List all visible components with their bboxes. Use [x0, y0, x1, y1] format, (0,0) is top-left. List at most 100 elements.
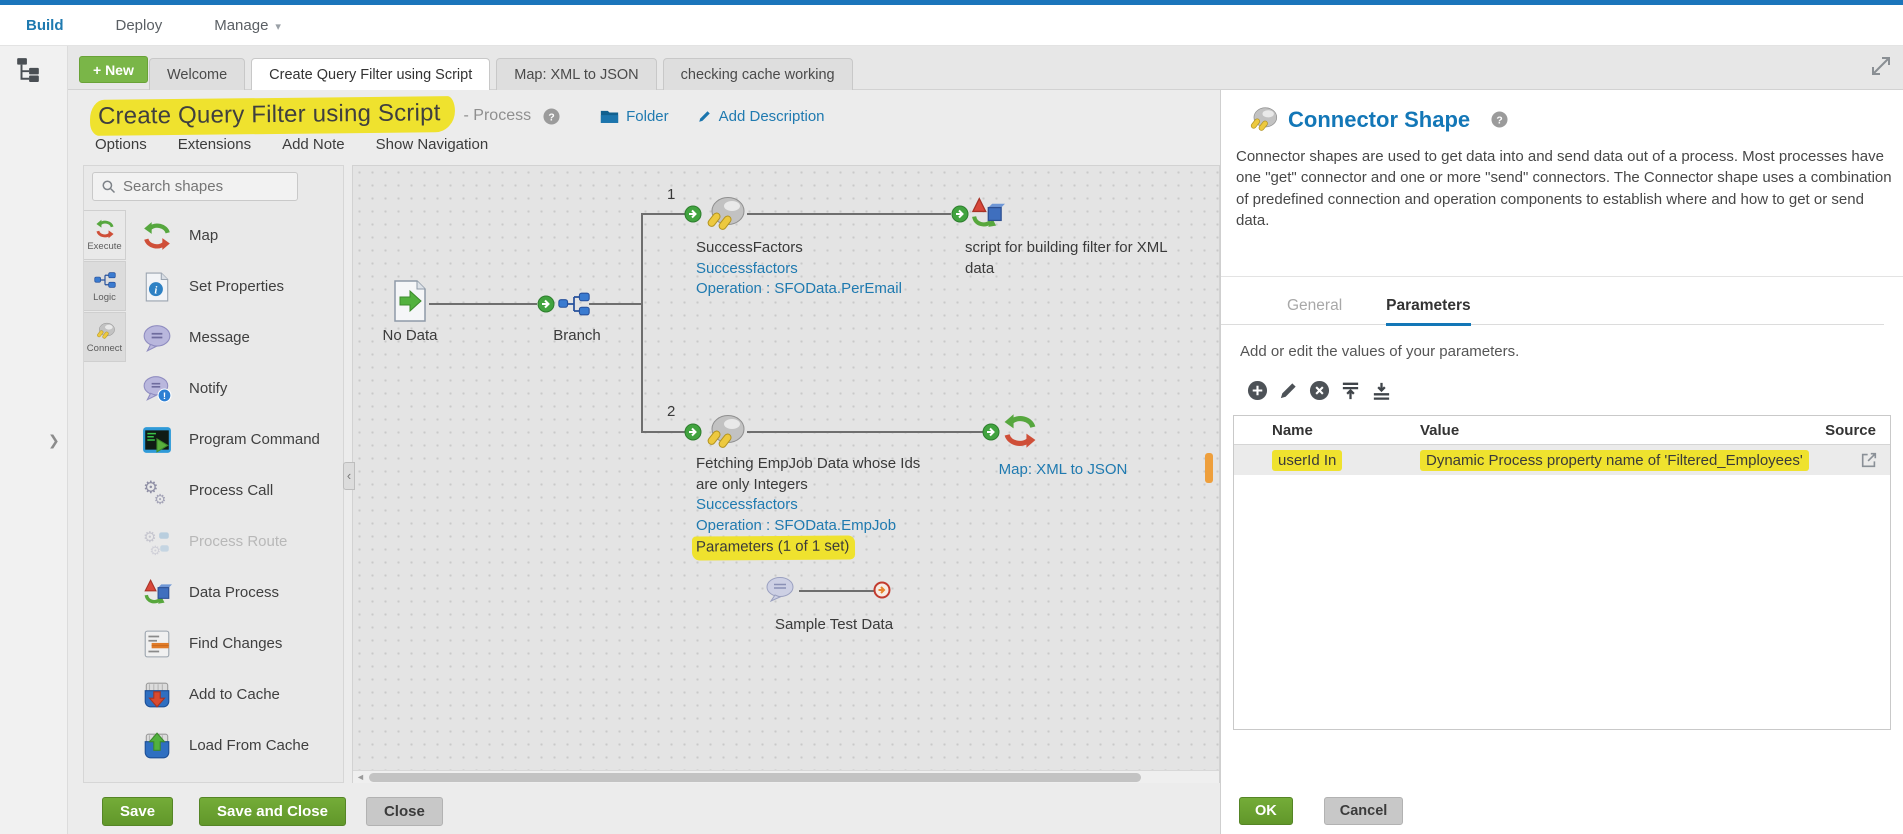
shape-item[interactable]: ⚙ ⚙ Process Route: [126, 516, 344, 567]
connection-arrow-icon: [951, 205, 969, 223]
shape-item[interactable]: Map: [126, 210, 344, 261]
shape-item[interactable]: ⚙ ⚙ Process Call: [126, 465, 344, 516]
new-tab-button[interactable]: + New: [79, 56, 148, 83]
edit-parameter-icon[interactable]: [1278, 380, 1299, 401]
shape-item-label: Data Process: [189, 584, 280, 601]
shape-item[interactable]: Find Changes: [126, 618, 344, 669]
process-canvas[interactable]: No Data Branch 1 SuccessFactors Successf…: [343, 165, 1220, 783]
workspace-tab[interactable]: Create Query Filter using Script: [251, 58, 491, 90]
stop-shape[interactable]: [873, 581, 891, 599]
connector-shape-empjob[interactable]: [701, 413, 747, 451]
add-description-link[interactable]: Add Description: [697, 108, 825, 125]
shape-search-box[interactable]: [92, 172, 298, 201]
import-parameters-icon[interactable]: [1371, 380, 1392, 401]
folder-link[interactable]: Folder: [600, 108, 669, 125]
map-shape-xml-to-json[interactable]: [1002, 413, 1038, 449]
menu-item[interactable]: Options: [95, 136, 147, 153]
cancel-button[interactable]: Cancel: [1323, 797, 1404, 825]
operation-component-link[interactable]: Operation : SFOData.EmpJob: [696, 516, 932, 537]
scroll-left-arrow[interactable]: ◄: [356, 772, 365, 782]
shape-category-tab[interactable]: Execute: [84, 210, 126, 260]
find-changes-icon: [142, 629, 172, 659]
shape-category-tab[interactable]: Connect: [84, 312, 126, 362]
scrollbar-thumb[interactable]: [369, 773, 1141, 782]
help-icon[interactable]: ?: [1491, 111, 1508, 128]
map-shape-label[interactable]: Map: XML to JSON: [963, 461, 1163, 478]
save-and-close-button[interactable]: Save and Close: [199, 797, 346, 826]
shape-item-label: Map: [189, 227, 219, 244]
ok-button[interactable]: OK: [1239, 797, 1293, 825]
shape-item[interactable]: Load From Cache: [126, 720, 344, 771]
parameters-link-highlighted[interactable]: Parameters (1 of 1 set): [691, 535, 856, 561]
export-parameters-icon[interactable]: [1340, 380, 1361, 401]
note-shape[interactable]: [765, 576, 795, 603]
connection-component-link[interactable]: Successfactors: [696, 259, 936, 280]
start-shape-label: No Data: [382, 327, 438, 344]
workspace-tabs: Welcome Create Query Filter using Script M…: [149, 58, 853, 90]
menu-item[interactable]: Show Navigation: [376, 136, 489, 153]
left-rail: ❯: [0, 46, 68, 834]
notify-icon: !: [142, 374, 172, 404]
folder-link-label: Folder: [626, 107, 669, 125]
shape-item[interactable]: ! Notify: [126, 363, 344, 414]
svg-text:?: ?: [548, 112, 554, 123]
top-nav-item[interactable]: Deploy: [116, 17, 163, 34]
workspace-tab[interactable]: checking cache working: [662, 58, 853, 90]
menu-item[interactable]: Add Note: [282, 136, 345, 153]
set-properties-icon: i: [142, 272, 172, 302]
shape-item[interactable]: i Set Properties: [126, 261, 344, 312]
shape-category-tab[interactable]: Logic: [84, 261, 126, 311]
collapse-sidebar-handle[interactable]: ‹: [343, 462, 355, 490]
data-process-shape-script[interactable]: [969, 196, 1005, 232]
shape-category-label: Execute: [87, 240, 122, 252]
shape-item[interactable]: Program Command: [126, 414, 344, 465]
shape-item[interactable]: Add to Cache: [126, 669, 344, 720]
operation-component-link[interactable]: Operation : SFOData.PerEmail: [696, 279, 936, 300]
add-parameter-icon[interactable]: [1247, 380, 1268, 401]
shape-category-label: Connect: [86, 342, 123, 354]
column-header-name: Name: [1272, 421, 1313, 439]
shape-item[interactable]: Data Process: [126, 567, 344, 618]
open-source-icon[interactable]: [1860, 451, 1878, 469]
shape-item-label: Notify: [189, 380, 228, 397]
branch-shape[interactable]: [557, 291, 591, 317]
connection-line: [747, 431, 984, 433]
parameter-name: userId In: [1272, 449, 1343, 471]
data-process-label: script for building filter for XML data: [965, 239, 1168, 277]
expand-rail-chevron[interactable]: ❯: [48, 432, 60, 449]
close-button[interactable]: Close: [365, 797, 443, 826]
process-menubar: Options Extensions Add Note Show Navigation: [95, 136, 488, 153]
parameter-row[interactable]: userId In Dynamic Process property name …: [1234, 445, 1890, 475]
top-nav-item[interactable]: Build: [26, 17, 64, 34]
shape-search-input[interactable]: [123, 178, 283, 195]
search-icon: [101, 179, 116, 194]
connection-arrow-icon: [537, 295, 555, 313]
workspace-tab[interactable]: Map: XML to JSON: [496, 58, 657, 90]
remove-parameter-icon[interactable]: [1309, 380, 1330, 401]
canvas-horizontal-scrollbar[interactable]: ◄: [353, 770, 1219, 783]
shape-category-label: Logic: [93, 291, 116, 303]
connection-line: [641, 213, 686, 215]
save-button[interactable]: Save: [102, 797, 174, 826]
panel-tab[interactable]: Parameters: [1386, 297, 1471, 326]
load-from-cache-icon: [142, 731, 172, 761]
parameters-table-body: userId In Dynamic Process property name …: [1234, 445, 1890, 475]
workspace-tab[interactable]: Welcome: [149, 58, 246, 90]
menu-item[interactable]: Extensions: [178, 136, 251, 153]
process-tree-icon[interactable]: [15, 56, 41, 82]
start-shape-nodata[interactable]: [393, 280, 427, 322]
shape-item[interactable]: Message: [126, 312, 344, 363]
footer-actions: Save Save and Close Close: [102, 797, 443, 826]
svg-text:i: i: [154, 284, 157, 296]
canvas-vertical-scrollbar-thumb[interactable]: [1205, 453, 1213, 483]
process-type-label: - Process: [463, 107, 532, 124]
expand-workspace-icon[interactable]: [1869, 54, 1893, 78]
top-navigation: Build Deploy Manage: [0, 5, 1903, 46]
panel-tab[interactable]: General: [1287, 297, 1342, 326]
connection-line: [641, 431, 686, 433]
top-nav-item[interactable]: Manage: [214, 17, 281, 34]
connector-shape-successfactors[interactable]: [701, 195, 747, 233]
shape-item-label: Program Command: [189, 431, 320, 448]
help-icon[interactable]: ?: [543, 107, 560, 125]
connection-component-link[interactable]: Successfactors: [696, 495, 932, 516]
